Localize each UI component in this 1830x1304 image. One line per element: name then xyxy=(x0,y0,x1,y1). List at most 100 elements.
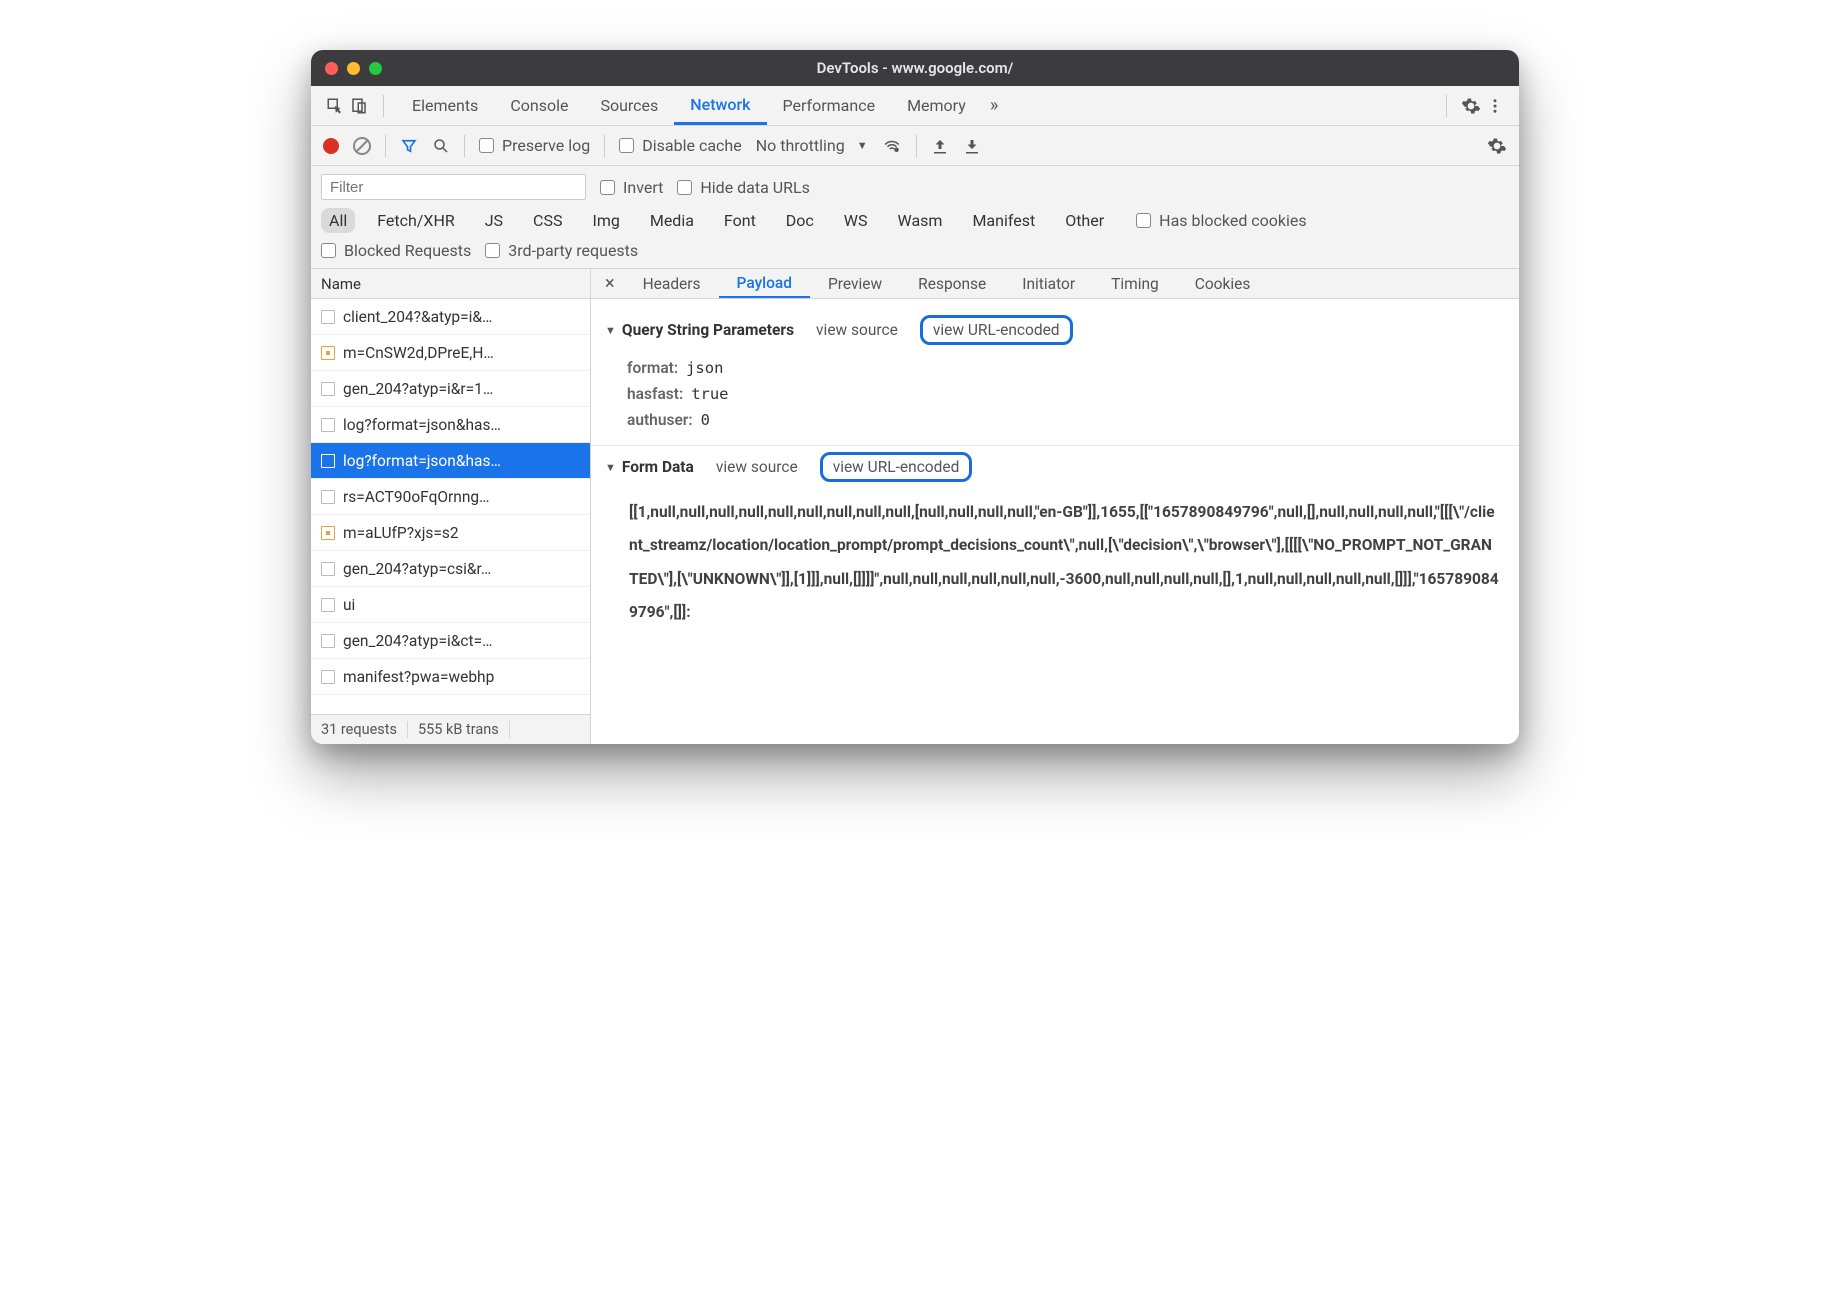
query-string-section-header[interactable]: Query String Parameters view source view… xyxy=(591,309,1519,351)
request-row[interactable]: m=CnSW2d,DPreE,H… xyxy=(311,335,590,371)
request-row[interactable]: log?format=json&has… xyxy=(311,443,590,479)
close-window-button[interactable] xyxy=(325,62,338,75)
type-filter-font[interactable]: Font xyxy=(716,208,764,233)
detail-tabs: × HeadersPayloadPreviewResponseInitiator… xyxy=(591,269,1519,299)
param-row: hasfast:true xyxy=(627,381,1505,407)
divider xyxy=(385,135,386,157)
form-view-source-link[interactable]: view source xyxy=(716,458,798,476)
request-name: gen_204?atyp=i&r=1… xyxy=(343,380,493,398)
param-row: format: json xyxy=(627,355,1505,381)
throttling-select[interactable]: No throttling▼ xyxy=(756,136,868,155)
detail-tab-payload[interactable]: Payload xyxy=(719,269,810,298)
detail-tab-response[interactable]: Response xyxy=(900,269,1004,298)
network-settings-gear-icon[interactable] xyxy=(1487,136,1507,156)
query-string-title: Query String Parameters xyxy=(605,321,794,339)
type-filter-img[interactable]: Img xyxy=(584,208,627,233)
script-icon xyxy=(321,526,335,540)
qsp-view-url-encoded-link[interactable]: view URL-encoded xyxy=(920,315,1073,345)
record-button[interactable] xyxy=(323,138,339,154)
detail-tab-timing[interactable]: Timing xyxy=(1093,269,1177,298)
param-value: 0 xyxy=(701,411,710,429)
invert-checkbox[interactable]: Invert xyxy=(600,178,663,197)
param-key: authuser: xyxy=(627,411,693,429)
content-area: Name client_204?&atyp=i&… m=CnSW2d,DPreE,… xyxy=(311,269,1519,744)
search-icon[interactable] xyxy=(432,137,450,155)
window-title: DevTools - www.google.com/ xyxy=(817,59,1014,77)
main-tab-elements[interactable]: Elements xyxy=(396,86,494,125)
type-filter-fetch-xhr[interactable]: Fetch/XHR xyxy=(369,208,463,233)
detail-tab-initiator[interactable]: Initiator xyxy=(1004,269,1093,298)
request-row[interactable]: gen_204?atyp=i&r=1… xyxy=(311,371,590,407)
type-filter-media[interactable]: Media xyxy=(642,208,702,233)
main-tab-console[interactable]: Console xyxy=(494,86,584,125)
qsp-view-source-link[interactable]: view source xyxy=(816,321,898,339)
upload-har-icon[interactable] xyxy=(931,137,949,155)
form-view-url-encoded-link[interactable]: view URL-encoded xyxy=(820,452,973,482)
request-row[interactable]: gen_204?atyp=i&ct=… xyxy=(311,623,590,659)
main-tab-memory[interactable]: Memory xyxy=(891,86,982,125)
request-name: gen_204?atyp=csi&r… xyxy=(343,560,491,578)
request-name: m=CnSW2d,DPreE,H… xyxy=(343,344,494,362)
request-row[interactable]: client_204?&atyp=i&… xyxy=(311,299,590,335)
close-detail-icon[interactable]: × xyxy=(599,273,625,294)
detail-tab-cookies[interactable]: Cookies xyxy=(1177,269,1269,298)
request-row[interactable]: gen_204?atyp=csi&r… xyxy=(311,551,590,587)
has-blocked-cookies-checkbox[interactable]: Has blocked cookies xyxy=(1136,211,1307,230)
request-name: log?format=json&has… xyxy=(343,452,501,470)
document-icon xyxy=(321,418,335,432)
main-tab-sources[interactable]: Sources xyxy=(584,86,674,125)
document-icon xyxy=(321,382,335,396)
type-filter-other[interactable]: Other xyxy=(1057,208,1112,233)
document-icon xyxy=(321,670,335,684)
network-conditions-icon[interactable] xyxy=(882,137,902,155)
sidebar-name-header[interactable]: Name xyxy=(311,269,590,299)
preserve-log-checkbox[interactable]: Preserve log xyxy=(479,136,590,155)
blocked-requests-checkbox[interactable]: Blocked Requests xyxy=(321,241,471,260)
request-row[interactable]: m=aLUfP?xjs=s2 xyxy=(311,515,590,551)
param-value: json xyxy=(686,359,723,377)
param-value: true xyxy=(691,385,728,403)
disable-cache-checkbox[interactable]: Disable cache xyxy=(619,136,741,155)
maximize-window-button[interactable] xyxy=(369,62,382,75)
third-party-checkbox[interactable]: 3rd-party requests xyxy=(485,241,638,260)
type-filter-js[interactable]: JS xyxy=(477,208,511,233)
document-icon xyxy=(321,490,335,504)
clear-button[interactable] xyxy=(353,137,371,155)
type-filter-all[interactable]: All xyxy=(321,208,355,233)
detail-tab-preview[interactable]: Preview xyxy=(810,269,900,298)
form-data-section-header[interactable]: Form Data view source view URL-encoded xyxy=(591,446,1519,488)
request-row[interactable]: rs=ACT90oFqOrnng… xyxy=(311,479,590,515)
request-name: client_204?&atyp=i&… xyxy=(343,308,492,326)
request-name: m=aLUfP?xjs=s2 xyxy=(343,524,459,542)
inspect-icon[interactable] xyxy=(323,94,347,118)
type-filter-ws[interactable]: WS xyxy=(836,208,876,233)
filter-input[interactable] xyxy=(321,174,586,200)
more-tabs-icon[interactable]: » xyxy=(982,95,1006,116)
minimize-window-button[interactable] xyxy=(347,62,360,75)
type-filter-manifest[interactable]: Manifest xyxy=(964,208,1043,233)
filter-bar: Invert Hide data URLs All Fetch/XHR JS CSS I… xyxy=(311,166,1519,269)
device-toggle-icon[interactable] xyxy=(347,94,371,118)
type-filter-css[interactable]: CSS xyxy=(525,208,570,233)
settings-gear-icon[interactable] xyxy=(1459,94,1483,118)
type-filter-wasm[interactable]: Wasm xyxy=(890,208,951,233)
filter-icon[interactable] xyxy=(400,137,418,155)
param-row: authuser: 0 xyxy=(627,407,1505,433)
divider xyxy=(1446,95,1447,117)
document-icon xyxy=(321,598,335,612)
main-tab-performance[interactable]: Performance xyxy=(767,86,892,125)
main-tab-bar: ElementsConsoleSourcesNetworkPerformance… xyxy=(311,86,1519,126)
kebab-menu-icon[interactable] xyxy=(1483,94,1507,118)
request-name: ui xyxy=(343,596,355,614)
download-har-icon[interactable] xyxy=(963,137,981,155)
hide-data-urls-checkbox[interactable]: Hide data URLs xyxy=(677,178,810,197)
main-tab-network[interactable]: Network xyxy=(674,86,766,125)
param-key: format: xyxy=(627,359,678,377)
transfer-size: 555 kB trans xyxy=(408,721,510,738)
request-row[interactable]: ui xyxy=(311,587,590,623)
request-name: manifest?pwa=webhp xyxy=(343,668,494,686)
request-row[interactable]: manifest?pwa=webhp xyxy=(311,659,590,695)
detail-tab-headers[interactable]: Headers xyxy=(625,269,719,298)
type-filter-doc[interactable]: Doc xyxy=(778,208,822,233)
request-row[interactable]: log?format=json&has… xyxy=(311,407,590,443)
